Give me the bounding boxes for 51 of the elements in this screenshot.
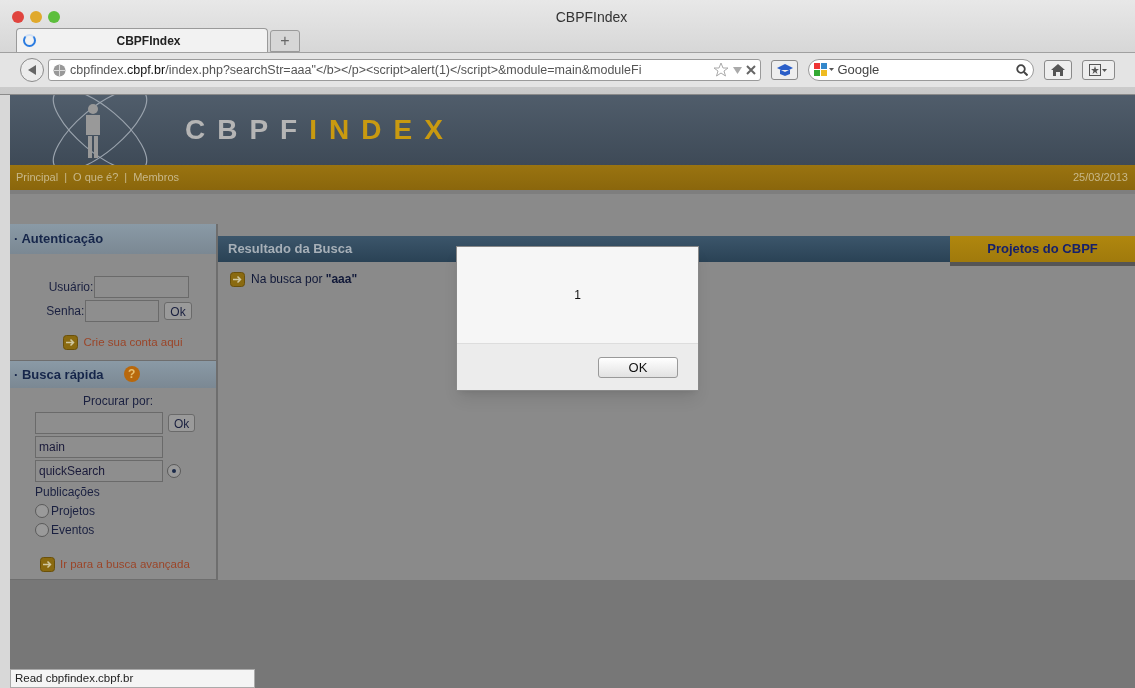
- minimize-window-button[interactable]: [30, 11, 42, 23]
- bookmarks-button[interactable]: [1081, 60, 1115, 80]
- search-summary: Na busca por "aaa": [251, 271, 358, 288]
- home-button[interactable]: [1044, 60, 1072, 80]
- new-tab-button[interactable]: +: [270, 30, 300, 52]
- close-window-button[interactable]: [12, 11, 24, 23]
- close-icon: [746, 65, 756, 75]
- search-input[interactable]: Google: [837, 60, 1014, 80]
- site-logo: CBPF INDEX: [185, 113, 455, 147]
- alert-message: 1: [574, 287, 581, 304]
- search-prompt: Procurar por:: [83, 392, 155, 410]
- ok-button[interactable]: OK: [598, 356, 678, 378]
- loading-spinner-icon: [23, 34, 36, 47]
- date-label: 25/03/2013: [1072, 170, 1128, 186]
- ok-button[interactable]: Ok: [164, 302, 192, 321]
- radio-button[interactable]: [35, 503, 49, 518]
- address-bar[interactable]: cbpfindex.cbpf.br/index.php?searchStr=aaa"</b></p><script>alert(1)</script>&module=main&moduleFi: [48, 59, 761, 81]
- option-label: Eventos: [51, 521, 95, 539]
- graduation-cap-icon: [776, 64, 793, 76]
- option-label: Publicações: [35, 483, 101, 501]
- dropdown-icon: [733, 66, 742, 74]
- ok-button[interactable]: Ok: [168, 413, 196, 432]
- google-icon: [814, 63, 835, 77]
- side-panel-header: Projetos do CBPF: [950, 236, 1135, 266]
- panel-header: · Autenticação: [10, 224, 216, 255]
- search-bar[interactable]: Google: [808, 59, 1035, 81]
- extension-button[interactable]: [771, 60, 799, 80]
- home-icon: [1051, 64, 1066, 76]
- bookmark-star-icon: [1089, 64, 1108, 76]
- status-bar: Read cbpfindex.cbpf.br: [10, 669, 255, 688]
- input-field[interactable]: [35, 411, 163, 434]
- back-button[interactable]: [20, 58, 44, 82]
- input-field[interactable]: [85, 300, 160, 323]
- star-icon: [713, 62, 729, 78]
- nav-separator: |: [64, 170, 68, 186]
- radio-button[interactable]: [167, 463, 181, 478]
- text-field[interactable]: main: [35, 435, 163, 458]
- globe-icon: [53, 63, 66, 77]
- zoom-window-button[interactable]: [48, 11, 60, 23]
- radio-button[interactable]: [35, 522, 49, 537]
- nav-separator: |: [124, 170, 128, 186]
- input-field[interactable]: [94, 276, 190, 299]
- option-label: Projetos: [51, 502, 96, 520]
- field-label: Usuário:: [48, 279, 94, 297]
- window-title: CBPFIndex: [555, 7, 628, 27]
- browser-tab[interactable]: CBPFIndex: [16, 28, 268, 52]
- panel-title: · Busca rápida: [14, 365, 104, 384]
- text-field[interactable]: quickSearch: [35, 459, 163, 482]
- search-icon: [1016, 64, 1029, 76]
- back-icon: [27, 65, 37, 75]
- field-label: Senha:: [46, 303, 85, 321]
